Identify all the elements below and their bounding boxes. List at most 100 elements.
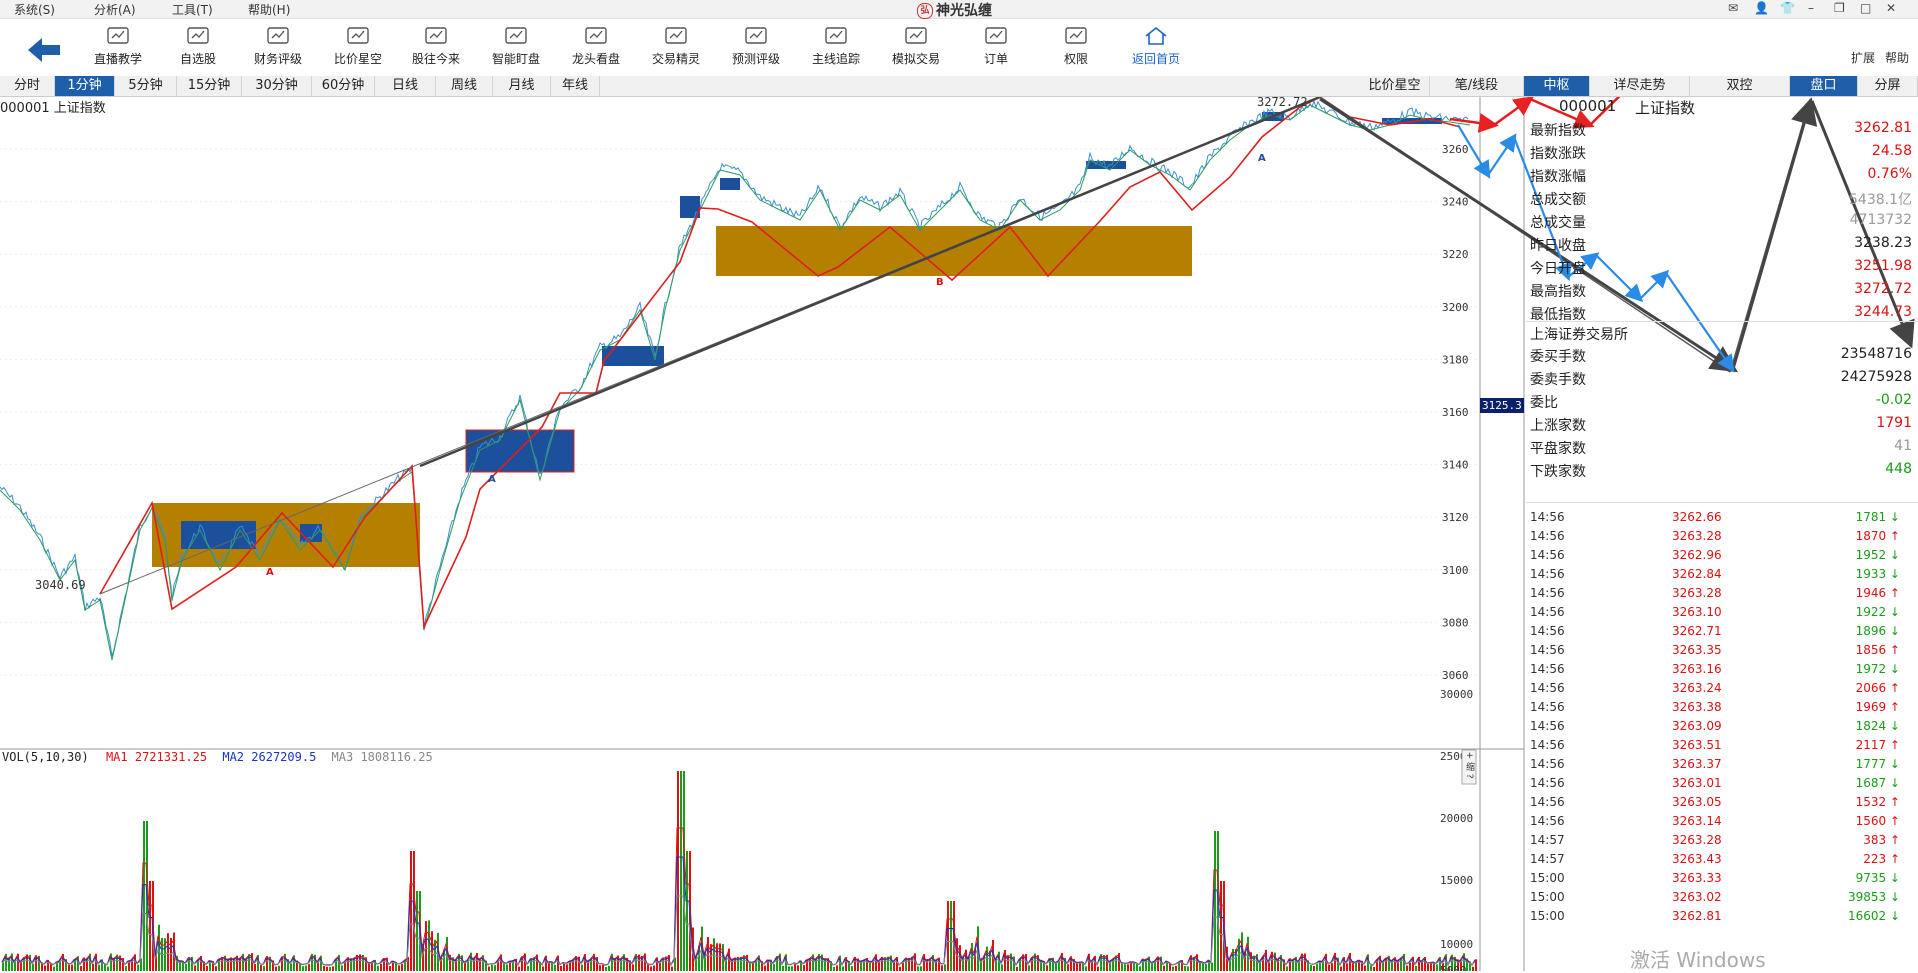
period-tab-6[interactable]: 日线	[375, 76, 436, 96]
volume-bar	[98, 964, 100, 971]
period-tab-2[interactable]: 5分钟	[115, 76, 177, 96]
period-tab-7[interactable]: 周线	[436, 76, 493, 96]
tick-row: 14:56 3263.10 1922 ↓	[1530, 605, 1900, 624]
y-tick-label: 3240	[1442, 196, 1469, 209]
right-tab-4[interactable]: 双控	[1690, 76, 1790, 96]
volume-bar	[1091, 961, 1093, 971]
quote-value: 3238.23	[1854, 235, 1912, 251]
quote-row: 最新指数 3262.81	[1530, 120, 1916, 142]
period-tab-3[interactable]: 15分钟	[177, 76, 242, 96]
toolbar-button-5[interactable]: 智能盯盘	[478, 25, 554, 75]
toolbar-button-2[interactable]: 财务评级	[240, 25, 316, 75]
tick-price: 3263.37	[1672, 757, 1722, 771]
period-tab-9[interactable]: 年线	[551, 76, 600, 96]
quote-key: 指数涨幅	[1530, 169, 1586, 185]
menu-tools[interactable]: 工具(T)	[172, 1, 213, 18]
right-tab-5[interactable]: 盘口	[1790, 76, 1858, 96]
toolbar-button-13[interactable]: 返回首页	[1118, 25, 1194, 75]
toolbar-button-7[interactable]: 交易精灵	[638, 25, 714, 75]
pivot-box	[465, 429, 575, 473]
help-button[interactable]: 帮助	[1885, 49, 1909, 66]
period-tab-8[interactable]: 月线	[493, 76, 551, 96]
tick-price: 3263.43	[1672, 852, 1722, 866]
right-tab-3[interactable]: 详尽走势	[1590, 76, 1690, 96]
volume-bar	[560, 965, 562, 971]
exchange-key: 委比	[1530, 395, 1558, 411]
volume-bar	[1427, 963, 1429, 971]
volume-bar	[677, 771, 679, 971]
tick-row: 14:57 3263.43 223 ↑	[1530, 852, 1900, 871]
volume-bar	[794, 963, 796, 971]
toolbar-button-11[interactable]: 订单	[958, 25, 1034, 75]
back-arrow-icon[interactable]	[24, 35, 64, 65]
y-tick-label: 3120	[1442, 511, 1469, 524]
volume-bar	[368, 963, 370, 971]
right-tab-2[interactable]: 中枢	[1524, 76, 1590, 96]
tick-row: 14:56 3263.01 1687 ↓	[1530, 776, 1900, 795]
tick-volume: 1946 ↑	[1855, 586, 1900, 600]
toolbar-button-1[interactable]: 自选股	[160, 25, 236, 75]
tick-time: 14:56	[1530, 757, 1565, 771]
volume-bar	[68, 964, 70, 971]
toolbar-button-3[interactable]: 比价星空	[320, 25, 396, 75]
user-icon[interactable]: 👤	[1754, 1, 1769, 15]
toolbar-button-10[interactable]: 模拟交易	[878, 25, 954, 75]
close-icon[interactable]: ✕	[1886, 1, 1896, 15]
exchange-row: 委卖手数 24275928	[1530, 369, 1916, 391]
toolbar-button-4[interactable]: 股往今来	[398, 25, 474, 75]
menu-analysis[interactable]: 分析(A)	[94, 1, 136, 18]
volume-bar	[1382, 962, 1384, 971]
toolbar-button-6[interactable]: 龙头看盘	[558, 25, 634, 75]
smart-watch-icon	[505, 27, 527, 44]
toolbar-button-label: 预测评级	[731, 52, 780, 66]
volume-bar	[917, 966, 919, 971]
volume-bar	[494, 965, 496, 971]
right-tab-0[interactable]: 比价星空	[1360, 76, 1430, 96]
toolbar-button-9[interactable]: 主线追踪	[798, 25, 874, 75]
restore-icon[interactable]: ❐	[1834, 1, 1845, 15]
volume-bar	[1178, 962, 1180, 971]
menu-system[interactable]: 系统(S)	[14, 1, 55, 18]
tick-volume: 1777 ↓	[1855, 757, 1900, 771]
tick-volume: 2066 ↑	[1855, 681, 1900, 695]
tick-price: 3263.33	[1672, 871, 1722, 885]
right-tab-6[interactable]: 分屏	[1858, 76, 1918, 96]
right-tab-1[interactable]: 笔/线段	[1430, 76, 1524, 96]
volume-bar	[764, 965, 766, 971]
tick-row: 14:56 3263.14 1560 ↑	[1530, 814, 1900, 833]
tick-time: 15:00	[1530, 909, 1565, 923]
menu-help[interactable]: 帮助(H)	[248, 1, 290, 18]
period-tab-1[interactable]: 1分钟	[55, 76, 115, 96]
volume-bar	[56, 962, 58, 971]
volume-bar	[554, 964, 556, 971]
quote-value: 3244.73	[1854, 304, 1912, 320]
play-video-icon	[107, 27, 129, 44]
volume-bar	[1130, 962, 1132, 971]
price-pane[interactable]	[0, 97, 1480, 749]
period-tab-4[interactable]: 30分钟	[242, 76, 312, 96]
quote-row: 最低指数 3244.73	[1530, 304, 1916, 326]
app-brand: 弘神光弘缠	[917, 0, 992, 20]
period-tab-0[interactable]: 分时	[0, 76, 55, 96]
y-tick-label: 3180	[1442, 353, 1469, 366]
finance-rating-icon	[267, 27, 289, 44]
expand-button[interactable]: 扩展	[1851, 49, 1875, 66]
period-tab-5[interactable]: 60分钟	[312, 76, 375, 96]
shirt-icon[interactable]: 👕	[1780, 1, 1795, 15]
mail-icon[interactable]: ✉	[1728, 1, 1738, 15]
toolbar-button-0[interactable]: 直播教学	[80, 25, 156, 75]
minimize-icon[interactable]: –	[1808, 1, 1814, 15]
quote-key: 最高指数	[1530, 284, 1586, 300]
volume-bar	[686, 851, 688, 971]
toolbar-button-12[interactable]: 权限	[1038, 25, 1114, 75]
tick-row: 14:56 3263.37 1777 ↓	[1530, 757, 1900, 776]
volume-bar	[1172, 966, 1174, 971]
toolbar-button-label: 权限	[1063, 52, 1088, 66]
maximize-icon[interactable]: □	[1860, 1, 1871, 15]
quote-value: 4713732	[1849, 212, 1912, 228]
toolbar-button-8[interactable]: 预测评级	[718, 25, 794, 75]
volume-bar	[254, 964, 256, 971]
exchange-value: -0.02	[1875, 392, 1912, 408]
volume-bar	[1097, 966, 1099, 971]
tick-volume: 9735 ↓	[1855, 871, 1900, 885]
